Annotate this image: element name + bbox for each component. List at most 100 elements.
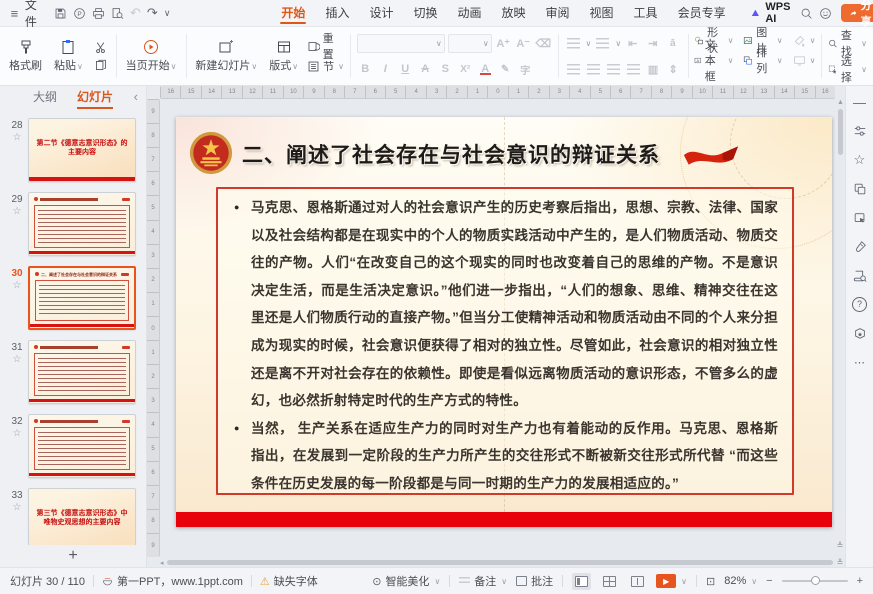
star-icon[interactable]: ☆ — [13, 132, 22, 143]
vertical-scrollbar[interactable]: ▲ — [836, 99, 845, 541]
numbered-list-button[interactable] — [594, 35, 611, 52]
notes-button[interactable]: 备注 ∨ — [459, 573, 507, 589]
missing-font-warning[interactable]: ⚠ 缺失字体 — [260, 573, 318, 589]
new-slide-button[interactable]: 新建幻灯片∨ — [192, 38, 260, 74]
slide-sorter-view-button[interactable] — [600, 573, 619, 590]
format-painter-button[interactable]: 格式刷 — [6, 38, 45, 74]
reference-search-icon[interactable] — [852, 268, 868, 284]
more-icon[interactable]: ⋯ — [852, 354, 868, 370]
decrease-indent-button[interactable]: ⇤ — [624, 35, 641, 52]
justify-button[interactable] — [625, 61, 642, 78]
underline-button[interactable]: U — [397, 61, 414, 78]
star-icon[interactable]: ☆ — [13, 206, 22, 217]
align-right-button[interactable] — [605, 61, 622, 78]
file-menu[interactable]: ≡ 文件 — [8, 0, 42, 30]
redo-icon[interactable]: ↷ — [147, 4, 158, 22]
annotate-button[interactable]: 批注 — [516, 573, 553, 589]
tab-review[interactable]: 审阅 — [537, 1, 579, 25]
copy-icon[interactable] — [92, 56, 110, 74]
increase-font-button[interactable]: A⁺ — [495, 35, 512, 52]
scrollbar-thumb[interactable] — [838, 109, 843, 155]
tools-icon[interactable] — [852, 239, 868, 255]
horizontal-ruler[interactable]: 1615141312111098765432101234567891011121… — [160, 86, 835, 99]
line-spacing-button[interactable]: ⇕ — [665, 61, 682, 78]
previous-slide-button[interactable]: ≙ — [837, 541, 844, 550]
play-from-current-button[interactable]: 当页开始∨ — [123, 38, 180, 74]
superscript-button[interactable]: X² — [457, 61, 474, 78]
fill-button[interactable]: ∨ — [793, 30, 816, 50]
star-icon[interactable]: ☆ — [13, 280, 22, 291]
tab-slideshow[interactable]: 放映 — [493, 1, 535, 25]
slideshow-button[interactable]: ▶ ∨ — [656, 574, 687, 588]
slide-thumbnail-29[interactable]: 29☆ — [0, 187, 146, 261]
save-icon[interactable] — [54, 4, 67, 22]
star-icon[interactable]: ☆ — [13, 502, 22, 513]
increase-indent-button[interactable]: ⇥ — [644, 35, 661, 52]
cut-icon[interactable] — [92, 38, 110, 56]
zoom-slider-knob[interactable] — [811, 576, 820, 585]
apps-center-icon[interactable] — [852, 325, 868, 341]
outline-tab[interactable]: 大纲 — [33, 86, 57, 109]
export-pdf-icon[interactable]: P — [73, 4, 86, 22]
tab-home[interactable]: 开始 — [272, 1, 314, 25]
textbox-button[interactable]: A 文本框∨ — [694, 50, 733, 70]
selection-pane-icon[interactable] — [852, 210, 868, 226]
favorites-star-icon[interactable]: ☆ — [852, 152, 868, 168]
slide-thumbnail-33[interactable]: 33☆ 第三节《德意志意识形态》中唯物史观思想的主要内容 — [0, 483, 146, 545]
tab-transition[interactable]: 切换 — [404, 1, 446, 25]
zoom-in-button[interactable]: + — [857, 575, 863, 587]
help-icon[interactable]: ? — [852, 297, 867, 312]
tab-membership[interactable]: 会员专享 — [669, 1, 735, 25]
font-size-select[interactable]: ∨ — [448, 34, 492, 53]
template-credit[interactable]: 第一PPT，www.1ppt.com — [102, 573, 243, 589]
select-button[interactable]: 选择∨ — [828, 59, 867, 79]
tab-insert[interactable]: 插入 — [316, 1, 358, 25]
tab-view[interactable]: 视图 — [581, 1, 623, 25]
slide-30[interactable]: 二、阐述了社会存在与社会意识的辩证关系 马克思、恩格斯通过对人的社会意识产生的历… — [176, 117, 832, 527]
star-icon[interactable]: ☆ — [13, 428, 22, 439]
add-slide-button[interactable]: + — [0, 545, 146, 567]
slide-thumbnail-30-current[interactable]: 30☆ 二、阐述了社会存在与社会意识的辩证关系 — [0, 261, 146, 335]
columns-button[interactable]: ▥ — [645, 61, 662, 78]
strikethrough-button[interactable]: A — [417, 61, 434, 78]
reset-slide-button[interactable]: 重置 — [307, 36, 344, 56]
share-button[interactable]: 分享 — [841, 4, 873, 22]
slides-tab[interactable]: 幻灯片 — [77, 86, 113, 109]
section-button[interactable]: 节 ∨ — [307, 56, 344, 76]
text-effect-button[interactable]: 字 — [517, 61, 534, 78]
slide-title[interactable]: 二、阐述了社会存在与社会意识的辩证关系 — [242, 139, 660, 169]
font-color-button[interactable]: A — [477, 61, 494, 78]
star-icon[interactable]: ☆ — [13, 354, 22, 365]
bullet-list-button[interactable] — [565, 35, 582, 52]
slide-thumbnail-28[interactable]: 28☆ 第二节《德意志意识形态》的主要内容 — [0, 113, 146, 187]
feedback-smiley-icon[interactable] — [819, 4, 833, 22]
slide-body-textbox[interactable]: 马克思、恩格斯通过对人的社会意识产生的历史考察后指出，思想、宗教、法律、国家以及… — [216, 187, 794, 495]
history-chevron-icon[interactable]: ∨ — [164, 4, 171, 22]
properties-icon[interactable] — [852, 123, 868, 139]
clear-format-button[interactable]: ⌫ — [535, 35, 552, 52]
wps-ai-button[interactable]: WPS AI — [751, 1, 794, 25]
normal-view-button[interactable] — [572, 573, 591, 590]
scroll-up-icon[interactable]: ▲ — [837, 99, 844, 107]
search-icon[interactable] — [800, 4, 813, 22]
bold-button[interactable]: B — [357, 61, 374, 78]
tab-design[interactable]: 设计 — [360, 1, 402, 25]
shapes-pane-icon[interactable] — [852, 181, 868, 197]
fit-to-window-icon[interactable]: ⊡ — [706, 575, 715, 588]
decrease-font-button[interactable]: A⁻ — [515, 35, 532, 52]
next-slide-button[interactable]: ≚ — [837, 558, 844, 567]
scrollbar-thumb[interactable] — [167, 560, 833, 565]
align-left-button[interactable] — [565, 61, 582, 78]
reading-view-button[interactable] — [628, 573, 647, 590]
collapse-panel-icon[interactable]: ‹ — [134, 89, 138, 104]
horizontal-scrollbar[interactable]: ◂ — [160, 559, 833, 566]
zoom-slider[interactable] — [782, 580, 848, 582]
find-button[interactable]: 查找∨ — [828, 33, 867, 53]
arrange-button[interactable]: 排列∨ — [743, 50, 782, 70]
paste-button[interactable]: 粘贴∨ — [51, 38, 86, 74]
highlight-button[interactable]: ✎ — [497, 61, 514, 78]
slide-size-button[interactable]: ∨ — [793, 50, 816, 70]
undo-icon[interactable]: ↶ — [130, 4, 141, 22]
tab-animation[interactable]: 动画 — [448, 1, 490, 25]
shadow-button[interactable]: S — [437, 61, 454, 78]
